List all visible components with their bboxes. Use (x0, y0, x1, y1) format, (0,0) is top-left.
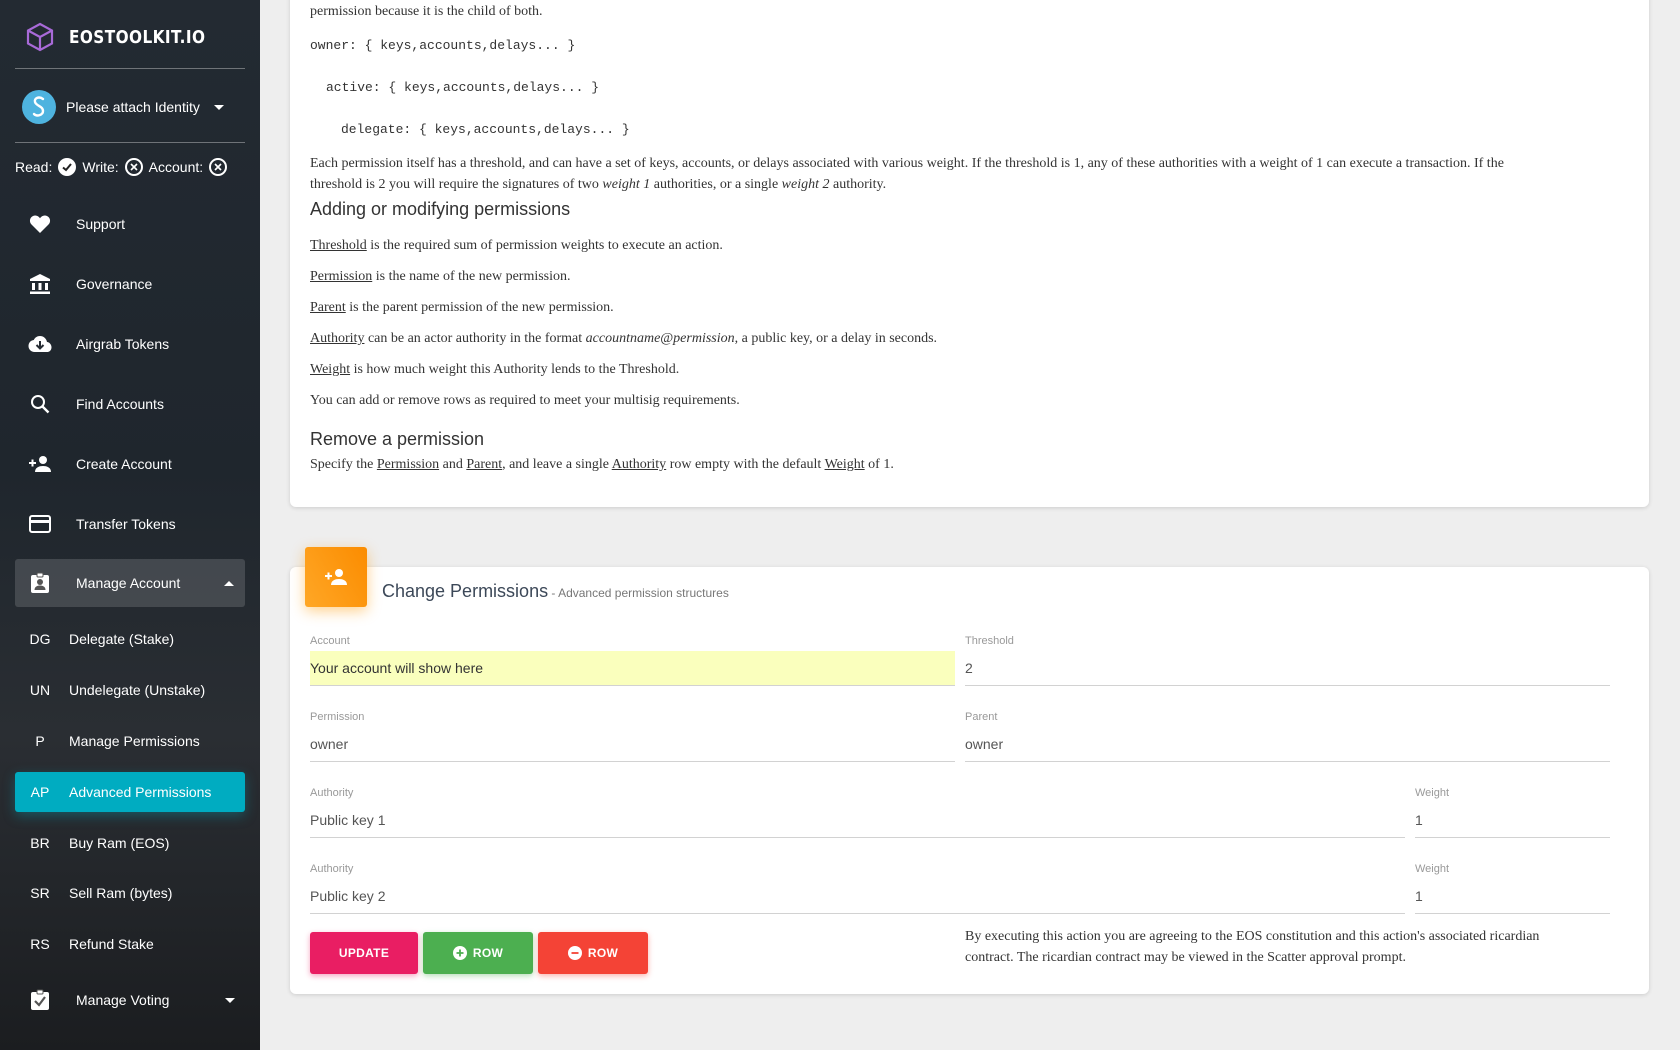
nav-transfer-tokens[interactable]: Transfer Tokens (15, 500, 245, 548)
permission-input[interactable]: owner (310, 727, 955, 762)
code-line: active: { keys,accounts,delays... } (326, 80, 600, 95)
docs-paragraph: threshold is 2 you will require the sign… (310, 177, 887, 192)
check-circle-icon (58, 158, 77, 176)
brand[interactable]: EOSTOOLKIT.IO (26, 22, 229, 52)
docs-term: Permission is the name of the new permis… (310, 269, 571, 284)
cube-logo-icon (26, 22, 54, 52)
threshold-field[interactable]: Threshold 2 (965, 635, 1610, 687)
docs-term: Threshold is the required sum of permiss… (310, 238, 723, 253)
person-add-icon (305, 547, 367, 607)
nav-create-account[interactable]: Create Account (15, 440, 245, 488)
sidebar-divider (15, 68, 245, 69)
submenu-item[interactable]: DG Delegate (Stake) (15, 619, 245, 659)
plus-circle-icon (452, 946, 467, 960)
heart-icon (28, 212, 52, 236)
code-line: delegate: { keys,accounts,delays... } (341, 122, 630, 137)
sidebar: EOSTOOLKIT.IO Please attach Identity Rea… (0, 0, 260, 1050)
update-button[interactable]: UPDATE (310, 932, 418, 974)
read-label: Read: (15, 159, 53, 175)
assignment-ind-icon (28, 571, 52, 595)
identity-label: Please attach Identity (66, 99, 200, 115)
nav-manage-account[interactable]: Manage Account (15, 559, 245, 607)
bank-icon (28, 272, 52, 296)
parent-input[interactable]: owner (965, 727, 1610, 762)
write-label: Write: (82, 159, 119, 175)
submenu-item[interactable]: BR Buy Ram (EOS) (15, 823, 245, 863)
search-icon (28, 392, 52, 416)
heading-remove: Remove a permission (310, 429, 485, 449)
add-row-button[interactable]: ROW (423, 932, 533, 974)
caret-down-icon (225, 997, 236, 1003)
nav-governance[interactable]: Governance (15, 260, 245, 308)
submenu-item[interactable]: SR Sell Ram (bytes) (15, 873, 245, 913)
card-title: Change Permissions - Advanced permission… (382, 581, 729, 601)
disclaimer: contract. The ricardian contract may be … (965, 950, 1406, 965)
nav-find-accounts[interactable]: Find Accounts (15, 380, 245, 428)
docs-paragraph: You can add or remove rows as required t… (310, 393, 740, 408)
identity-dropdown[interactable]: Please attach Identity (22, 90, 224, 124)
x-circle-icon (209, 158, 228, 176)
submenu-item-active[interactable]: AP Advanced Permissions (15, 772, 245, 812)
threshold-input[interactable]: 2 (965, 651, 1610, 686)
main-content: permission because it is the child of bo… (260, 0, 1680, 1050)
authority-input[interactable]: Public key 1 (310, 803, 1405, 838)
person-add-icon (28, 452, 52, 476)
submenu-item[interactable]: UN Undelegate (Unstake) (15, 670, 245, 710)
docs-term: Authority can be an actor authority in t… (310, 331, 938, 346)
credit-card-icon (28, 512, 52, 536)
scatter-icon (22, 90, 56, 124)
permission-field[interactable]: Permission owner (310, 711, 955, 763)
sidebar-divider (15, 142, 245, 143)
check-box-icon (28, 988, 52, 1012)
authority-input[interactable]: Public key 2 (310, 879, 1405, 914)
docs-term: Weight is how much weight this Authority… (310, 362, 680, 377)
docs-card: permission because it is the child of bo… (290, 0, 1649, 507)
account-input[interactable]: Your account will show here (310, 651, 955, 686)
weight-input[interactable]: 1 (1415, 803, 1610, 838)
disclaimer: By executing this action you are agreein… (965, 929, 1540, 944)
docs-paragraph: Each permission itself has a threshold, … (310, 156, 1504, 171)
parent-field[interactable]: Parent owner (965, 711, 1610, 763)
authority-field[interactable]: Authority Public key 2 (310, 863, 1405, 915)
submenu-item[interactable]: RS Refund Stake (15, 924, 245, 964)
weight-field[interactable]: Weight 1 (1415, 787, 1610, 839)
nav-airgrab[interactable]: Airgrab Tokens (15, 320, 245, 368)
caret-up-icon (224, 580, 235, 586)
weight-field[interactable]: Weight 1 (1415, 863, 1610, 915)
brand-name: EOSTOOLKIT.IO (69, 26, 206, 48)
authority-field[interactable]: Authority Public key 1 (310, 787, 1405, 839)
docs-paragraph: Specify the Permission and Parent, and l… (310, 457, 894, 472)
remove-row-button[interactable]: ROW (538, 932, 648, 974)
nav-manage-voting[interactable]: Manage Voting (15, 976, 245, 1024)
x-circle-icon (124, 158, 143, 176)
weight-input[interactable]: 1 (1415, 879, 1610, 914)
code-line: owner: { keys,accounts,delays... } (310, 38, 576, 53)
caret-down-icon (213, 104, 224, 110)
permission-status: Read: Write: Account: (15, 158, 233, 176)
submenu-item[interactable]: P Manage Permissions (15, 721, 245, 761)
minus-circle-icon (567, 946, 582, 960)
card-subtitle: - Advanced permission structures (548, 586, 729, 600)
heading-adding: Adding or modifying permissions (310, 199, 571, 219)
account-field[interactable]: Account Your account will show here (310, 635, 955, 687)
account-label: Account: (148, 159, 204, 175)
change-permissions-card: Change Permissions - Advanced permission… (290, 547, 1649, 994)
docs-line: permission because it is the child of bo… (310, 4, 543, 19)
cloud-download-icon (28, 332, 52, 356)
nav-support[interactable]: Support (15, 200, 245, 248)
docs-term: Parent is the parent permission of the n… (310, 300, 614, 315)
